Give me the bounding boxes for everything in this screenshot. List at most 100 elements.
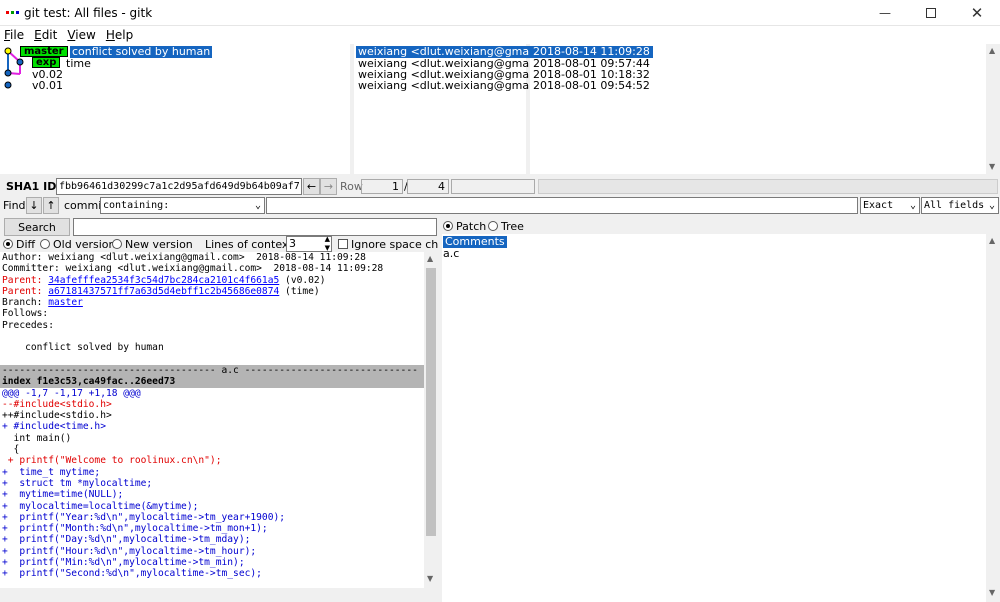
find-fields-select[interactable]: All fields ⌄: [921, 197, 999, 214]
scroll-up-icon[interactable]: ▲: [989, 46, 995, 55]
find-match-value: Exact: [863, 200, 894, 211]
parent-tag: (time): [279, 285, 320, 297]
diff-scrollbar[interactable]: ▲ ▼: [424, 252, 438, 588]
follows-line: Follows:: [2, 308, 49, 320]
search-input[interactable]: [73, 218, 437, 236]
diff-line: + printf("Hour:%d\n",mylocaltime->tm_hou…: [2, 545, 257, 557]
diff-line: + mylocaltime=localtime(&mytime);: [2, 500, 199, 512]
diff-line: + printf("Min:%d\n",mylocaltime->tm_min)…: [2, 557, 245, 569]
branch-tag-exp[interactable]: exp: [32, 57, 61, 68]
diff-line: int main(): [2, 432, 72, 444]
search-bar: Search: [0, 218, 440, 236]
minimize-button[interactable]: —: [862, 0, 908, 26]
close-icon: ✕: [970, 4, 984, 22]
gitk-app-icon: [6, 8, 20, 18]
parent-hash-link[interactable]: a67181437571ff7a63d5d4ebff1c2b45686e0874: [48, 286, 279, 297]
context-label: Lines of context:: [205, 238, 297, 251]
sha1-field[interactable]: [56, 178, 302, 195]
precedes-line: Precedes:: [2, 319, 54, 331]
diff-radio[interactable]: Diff: [3, 238, 35, 251]
maximize-button[interactable]: [908, 0, 954, 26]
parent-line: Parent: a67181437571ff7a63d5d4ebff1c2b45…: [0, 286, 424, 297]
file-list-scrollbar[interactable]: ▲ ▼: [986, 234, 1000, 602]
commit-author-pane[interactable]: weixiang <dlut.weixiang@gmail.com> weixi…: [354, 44, 574, 174]
tree-radio[interactable]: Tree: [488, 220, 524, 233]
menu-file[interactable]: File: [4, 28, 24, 42]
commit-subject[interactable]: v0.01: [32, 80, 63, 92]
parent-label: Parent:: [2, 285, 49, 297]
find-match-select[interactable]: Exact ⌄: [860, 197, 920, 214]
menu-bar: File Edit View Help: [0, 26, 1000, 44]
context-value: 3: [289, 237, 296, 250]
commit-list-scrollbar[interactable]: ▲ ▼: [986, 44, 1000, 174]
radio-icon: [488, 221, 498, 231]
file-list-pane[interactable]: Comments a.c: [442, 234, 986, 602]
radio-icon: [112, 239, 122, 249]
branch-tag-master[interactable]: master: [20, 46, 68, 57]
find-mode-select[interactable]: containing: ⌄: [100, 197, 265, 214]
maximize-icon: [926, 8, 936, 18]
commit-date[interactable]: 2018-08-01 09:54:52: [533, 80, 650, 92]
sha1-bar: SHA1 ID: ← → Row 1 / 4: [0, 176, 1000, 197]
spin-arrows-icon[interactable]: ▲ ▼: [325, 235, 330, 253]
diff-line: ++#include<stdio.h>: [2, 410, 112, 422]
scroll-up-icon[interactable]: ▲: [427, 254, 433, 263]
file-item[interactable]: a.c: [443, 248, 459, 260]
branch-link[interactable]: master: [48, 297, 83, 308]
parent-label: Parent:: [2, 274, 49, 286]
commit-date-pane[interactable]: 2018-08-14 11:09:28 2018-08-01 09:57:44 …: [530, 44, 986, 174]
checkbox-icon: [338, 239, 348, 249]
new-version-label: New version: [125, 238, 193, 251]
patch-radio[interactable]: Patch: [443, 220, 486, 233]
new-version-radio[interactable]: New version: [112, 238, 193, 251]
diff-lines: --#include<stdio.h> ++#include<stdio.h> + …: [0, 399, 424, 580]
status-bar: [538, 179, 998, 194]
branch-label: Branch:: [2, 297, 49, 309]
menu-edit[interactable]: Edit: [34, 28, 57, 42]
commit-graph-pane[interactable]: master exp conflict solved by human time…: [0, 44, 350, 174]
scroll-up-icon[interactable]: ▲: [989, 236, 995, 245]
forward-button[interactable]: →: [320, 178, 337, 195]
diff-line: + #include<time.h>: [2, 421, 106, 433]
chevron-down-icon: ⌄: [909, 200, 916, 211]
close-button[interactable]: ✕: [954, 0, 1000, 26]
commit-subject[interactable]: time: [66, 58, 91, 70]
window-title: git test: All files - gitk: [24, 6, 153, 20]
back-button[interactable]: ←: [303, 178, 320, 195]
scroll-down-icon[interactable]: ▼: [989, 588, 995, 597]
commit-subject[interactable]: conflict solved by human: [70, 46, 213, 58]
diff-label: Diff: [16, 238, 36, 251]
search-button[interactable]: Search: [4, 218, 70, 236]
row-current: 1: [361, 179, 403, 194]
row-label: Row: [340, 180, 363, 193]
chevron-down-icon: ⌄: [254, 200, 261, 211]
diff-line: --#include<stdio.h>: [2, 398, 112, 410]
index-line: index f1e3c53,ca49fac..26eed73: [0, 376, 424, 388]
diff-hscrollbar[interactable]: [0, 588, 438, 602]
ignore-space-label: Ignore space chang: [351, 238, 438, 251]
diff-pane[interactable]: Author: weixiang <dlut.weixiang@gmail.co…: [0, 252, 424, 588]
menu-view[interactable]: View: [67, 28, 95, 42]
menu-help[interactable]: Help: [106, 28, 133, 42]
context-spinbox[interactable]: 3 ▲ ▼: [286, 235, 332, 253]
find-next-button[interactable]: ↓: [26, 197, 42, 214]
scroll-thumb[interactable]: [426, 268, 436, 536]
scroll-down-icon[interactable]: ▼: [989, 162, 995, 171]
diff-options: Diff Old version New version Lines of co…: [0, 235, 440, 253]
find-prev-button[interactable]: ↑: [43, 197, 59, 214]
progress-box: [451, 179, 535, 194]
find-label: Find: [3, 199, 26, 212]
old-version-radio[interactable]: Old version: [40, 238, 115, 251]
find-input[interactable]: [266, 197, 858, 214]
parent-hash-link[interactable]: 34afefffea2534f3c54d7bc284ca2101c4f661a5: [48, 275, 279, 286]
arrow-up-icon: ↑: [46, 199, 56, 212]
diff-line: + printf("Year:%d\n",mylocaltime->tm_yea…: [2, 511, 286, 523]
parent-tag: (v0.02): [279, 274, 326, 286]
ignore-space-checkbox[interactable]: Ignore space chang: [338, 238, 438, 251]
commit-message: conflict solved by human: [2, 342, 164, 354]
minimize-icon: —: [879, 6, 891, 20]
diff-line: + printf("Welcome to roolinux.cn\n");: [2, 455, 222, 467]
scroll-down-icon[interactable]: ▼: [427, 574, 433, 583]
diff-line: + mytime=time(NULL);: [2, 489, 124, 501]
